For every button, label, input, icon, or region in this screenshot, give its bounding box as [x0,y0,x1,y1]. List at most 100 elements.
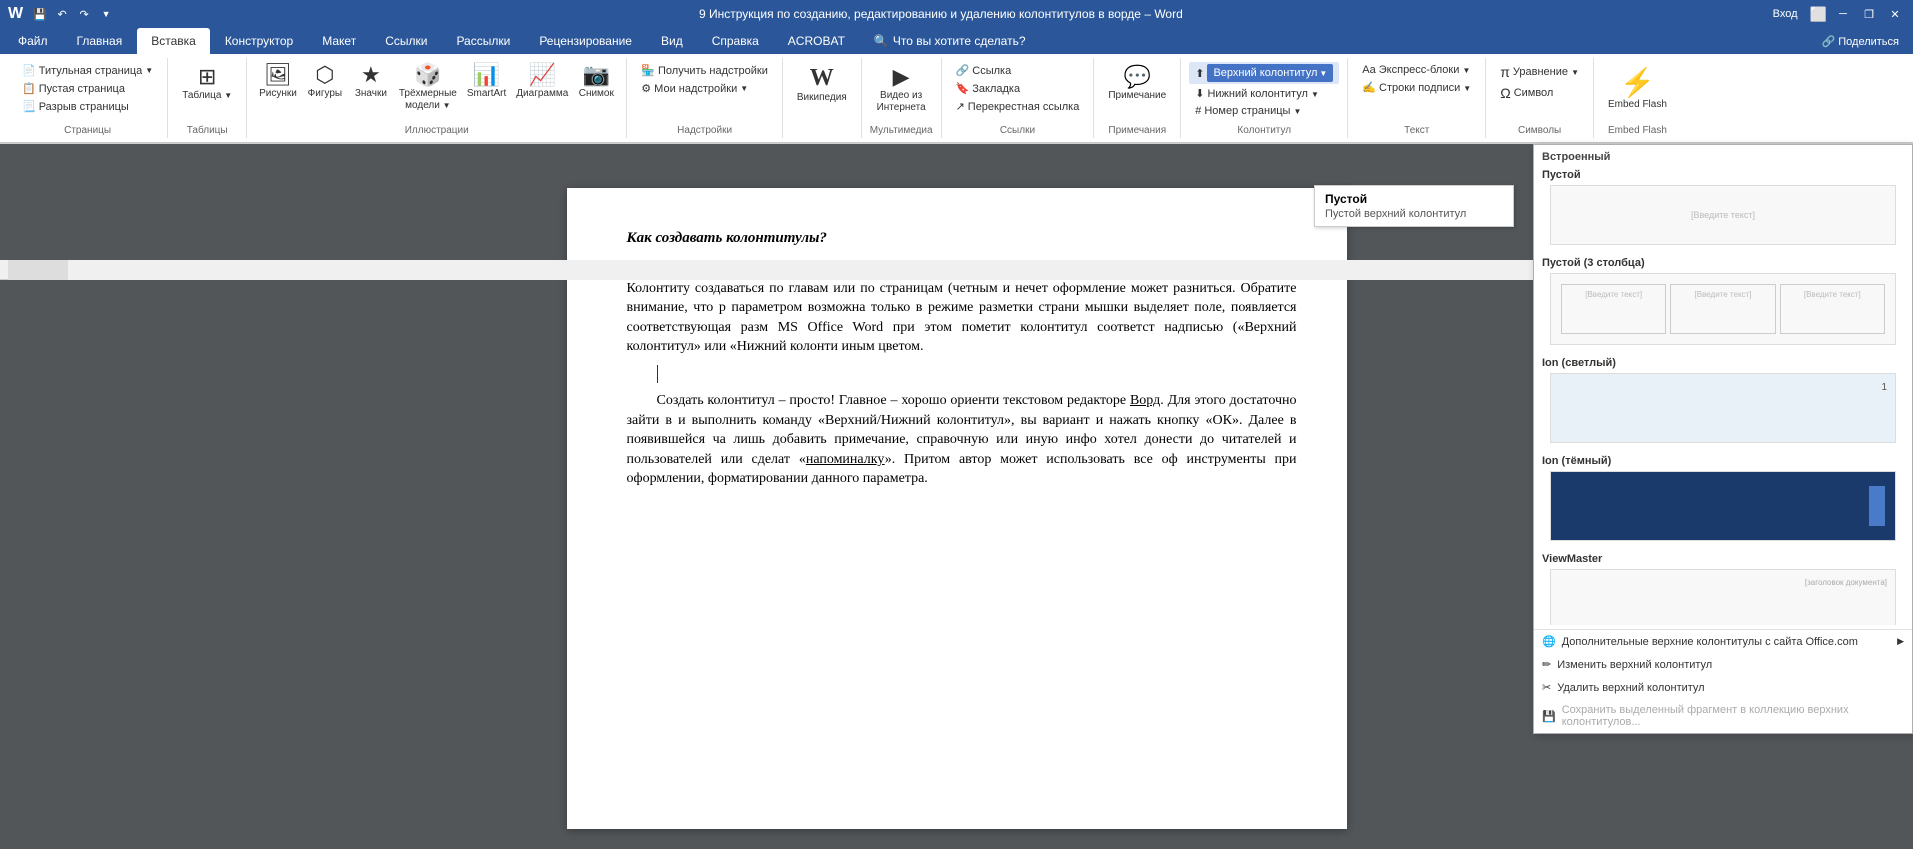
dropdown-item-viewmaster[interactable]: ViewMaster [заголовок документа] [1534,549,1912,625]
save-header-button: 💾 Сохранить выделенный фрагмент в коллек… [1534,699,1912,733]
redo-qs-icon[interactable]: ↷ [75,5,93,23]
ribbon-group-embedflash: ⚡ Embed Flash Embed Flash [1594,58,1681,138]
get-addins-button[interactable]: 🏪 Получить надстройки [635,62,774,79]
media-group-label: Мультимедиа [870,123,933,138]
doc-link-word[interactable]: Ворд [1130,393,1160,408]
sign-in-button[interactable]: Вход [1767,6,1804,22]
share-button[interactable]: 🔗 Поделиться [1812,29,1910,54]
dropdown-preview-3col: [Введите текст] [Введите текст] [Введите… [1550,273,1896,345]
ribbon-group-pages: 📄 Титульная страница ▼ 📋 Пустая страница… [8,58,168,138]
tab-view[interactable]: Вид [647,28,697,54]
search-icon: 🔍 [874,34,889,48]
title-page-button[interactable]: 📄 Титульная страница ▼ [16,62,159,79]
tab-search[interactable]: 🔍 Что вы хотите сделать? [860,28,1040,54]
ribbon-group-illustrations: 🖼 Рисунки ⬡ Фигуры ★ Значки 🎲 Трёхмерные… [247,58,627,138]
signature-line-button[interactable]: ✍ Строки подписи ▼ [1356,79,1477,96]
remove-header-button[interactable]: ✂ Удалить верхний колонтитул [1534,676,1912,699]
icons-button[interactable]: ★ Значки [349,62,393,102]
bookmark-icon: 🔖 [956,82,970,95]
blank-page-button[interactable]: 📋 Пустая страница [16,80,159,97]
tab-design[interactable]: Конструктор [211,28,307,54]
dropdown-preview-empty: [Введите текст] [1550,185,1896,245]
ribbon: Файл Главная Вставка Конструктор Макет С… [0,28,1913,144]
dropdown-section-builtin: Встроенный [1534,145,1912,165]
remove-header-icon: ✂ [1542,681,1551,694]
pictures-icon: 🖼 [264,64,292,86]
title-bar-left: W 💾 ↶ ↷ ▼ [8,5,115,23]
doc-heading: Как создавать колонтитулы? [627,228,1297,249]
blank-page-icon: 📋 [22,82,36,95]
undo-qs-icon[interactable]: ↶ [53,5,71,23]
symbol-button[interactable]: Ω Символ [1494,83,1585,103]
edit-header-button[interactable]: ✏ Изменить верхний колонтитул [1534,653,1912,676]
ribbon-group-tables: ⊞ Таблица ▼ Таблицы [168,58,247,138]
footer-button[interactable]: ⬇ Нижний колонтитул ▼ [1189,85,1339,102]
close-button[interactable]: ✕ [1885,4,1905,24]
signature-icon: ✍ [1362,81,1376,94]
ribbon-content: 📄 Титульная страница ▼ 📋 Пустая страница… [0,54,1913,143]
online-video-button[interactable]: ▶ Видео изИнтернета [871,62,932,118]
text-group-label: Текст [1404,123,1429,138]
link-button[interactable]: 🔗 Ссылка [950,62,1086,79]
ribbon-group-links: 🔗 Ссылка 🔖 Закладка ↗ Перекрестная ссылк… [942,58,1095,138]
dropdown-item-ion-light[interactable]: Ion (светлый) 1 [1534,353,1912,451]
tab-home[interactable]: Главная [63,28,137,54]
tab-references[interactable]: Ссылки [371,28,441,54]
3d-models-icon: 🎲 [414,64,441,86]
tab-review[interactable]: Рецензирование [525,28,646,54]
illustrations-group-label: Иллюстрации [405,123,469,138]
embed-flash-button[interactable]: ⚡ Embed Flash [1602,62,1673,114]
dropdown-footer: 🌐 Дополнительные верхние колонтитулы с с… [1534,629,1912,733]
page-break-button[interactable]: 📃 Разрыв страницы [16,98,159,115]
tab-acrobat[interactable]: ACROBAT [774,28,859,54]
more-headers-icon: 🌐 [1542,635,1556,648]
customize-qs-icon[interactable]: ▼ [97,5,115,23]
page-number-button[interactable]: # Номер страницы ▼ [1189,103,1339,119]
more-headers-button[interactable]: 🌐 Дополнительные верхние колонтитулы с с… [1534,630,1912,653]
bookmark-button[interactable]: 🔖 Закладка [950,80,1086,97]
equation-button[interactable]: π Уравнение ▼ [1494,62,1585,82]
tab-layout[interactable]: Макет [308,28,370,54]
dropdown-scroll-area[interactable]: Встроенный Пустой [Введите текст] Пустой… [1534,145,1912,625]
title-page-dropdown-icon: ▼ [145,66,153,75]
ribbon-group-comments: 💬 Примечание Примечания [1094,58,1181,138]
more-headers-arrow-icon: ▶ [1897,636,1904,647]
tab-help[interactable]: Справка [698,28,773,54]
3d-models-button[interactable]: 🎲 Трёхмерныемодели ▼ [395,62,461,114]
save-qs-icon[interactable]: 💾 [31,5,49,23]
wikipedia-button[interactable]: W Википедия [791,62,853,108]
dropdown-item-ion-dark[interactable]: Ion (тёмный) [1534,451,1912,549]
header-button[interactable]: ⬆ Верхний колонтитул ▼ [1189,62,1339,84]
pictures-button[interactable]: 🖼 Рисунки [255,62,301,102]
ribbon-group-headerfooter: ⬆ Верхний колонтитул ▼ ⬇ Нижний колонтит… [1181,58,1348,138]
symbol-icon: Ω [1500,85,1510,101]
smartart-button[interactable]: 📊 SmartArt [463,62,510,102]
minimize-button[interactable]: ─ [1833,4,1853,24]
title-bar-right: Вход ⬜ ─ ❐ ✕ [1767,4,1905,24]
ribbon-display-icon[interactable]: ⬜ [1810,6,1827,23]
dropdown-item-empty[interactable]: Пустой [Введите текст] [1534,165,1912,253]
quick-parts-button[interactable]: Aa Экспресс-блоки ▼ [1356,62,1477,78]
get-addins-icon: 🏪 [641,64,655,77]
cross-ref-button[interactable]: ↗ Перекрестная ссылка [950,98,1086,115]
my-addins-dropdown-icon: ▼ [740,84,748,93]
title-bar-title: 9 Инструкция по созданию, редактированию… [115,7,1767,21]
tab-file[interactable]: Файл [4,28,62,54]
save-header-icon: 💾 [1542,710,1556,723]
my-addins-button[interactable]: ⚙ Мои надстройки ▼ [635,80,774,97]
header-dropdown-trigger[interactable]: Верхний колонтитул ▼ [1207,64,1333,82]
embedflash-group-label: Embed Flash [1608,123,1667,138]
dropdown-item-3col[interactable]: Пустой (3 столбца) [Введите текст] [Введ… [1534,253,1912,353]
restore-button[interactable]: ❐ [1859,4,1879,24]
document-page: Как создавать колонтитулы? Работать с ко… [567,188,1347,829]
comment-button[interactable]: 💬 Примечание [1102,62,1172,106]
table-button[interactable]: ⊞ Таблица ▼ [176,62,238,106]
screenshot-button[interactable]: 📷 Снимок [574,62,618,102]
shapes-button[interactable]: ⬡ Фигуры [303,62,347,102]
edit-header-icon: ✏ [1542,658,1551,671]
footer-icon: ⬇ [1195,87,1204,100]
tab-insert[interactable]: Вставка [137,28,210,54]
tab-mailings[interactable]: Рассылки [442,28,524,54]
chart-button[interactable]: 📈 Диаграмма [512,62,572,102]
doc-link-reminder[interactable]: напоминалку [806,452,885,467]
